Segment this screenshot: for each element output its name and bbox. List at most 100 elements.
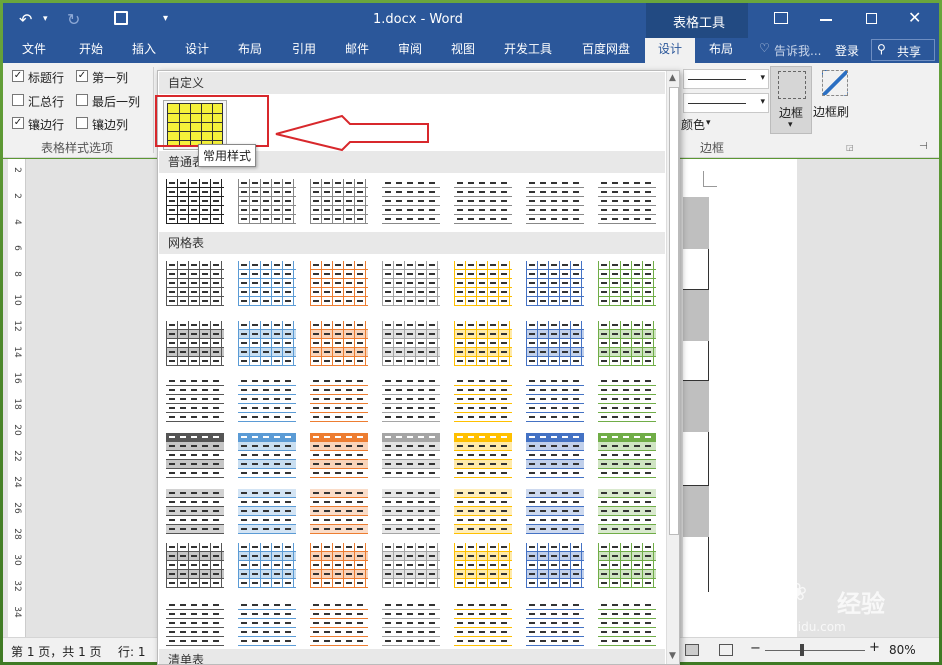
zoom-out-button[interactable]: − [750,641,761,656]
tab-view[interactable]: 视图 [442,38,484,63]
table-style-thumbnail[interactable] [454,489,512,534]
table-style-thumbnail[interactable] [310,261,368,306]
zoom-slider-thumb[interactable] [800,644,804,656]
ribbon-display-options-icon[interactable] [774,12,788,24]
tab-mailings[interactable]: 邮件 [336,38,378,63]
zoom-slider[interactable] [765,650,865,651]
scroll-up-arrow[interactable]: ▲ [669,73,676,83]
table-style-thumbnail[interactable] [598,321,656,366]
table-style-thumbnail[interactable] [238,179,296,224]
table-style-thumbnail[interactable] [454,433,512,478]
table-style-thumbnail[interactable] [598,601,656,646]
table-style-thumbnail[interactable] [238,543,296,588]
table-style-thumbnail[interactable] [526,377,584,422]
table-style-thumbnail[interactable] [166,601,224,646]
table-style-thumbnail[interactable] [238,433,296,478]
table-style-thumbnail[interactable] [598,377,656,422]
tab-layout[interactable]: 布局 [229,38,271,63]
border-painter-button[interactable]: 边框刷 [813,66,854,122]
tab-references[interactable]: 引用 [283,38,325,63]
borders-button[interactable]: 边框 ▾ [770,66,812,134]
close-button[interactable]: ✕ [908,8,921,27]
table-style-thumbnail[interactable] [166,261,224,306]
table-style-thumbnail[interactable] [310,179,368,224]
header-row-checkbox[interactable]: ✓ [12,70,24,82]
tab-developer[interactable]: 开发工具 [497,38,559,63]
customize-qat-icon[interactable]: ▾ [163,13,168,24]
tab-home[interactable]: 开始 [70,38,112,63]
total-row-checkbox[interactable] [12,94,24,106]
table-style-thumbnail[interactable] [454,543,512,588]
table-style-thumbnail[interactable] [598,489,656,534]
table-style-thumbnail[interactable] [310,377,368,422]
save-icon[interactable] [114,11,128,25]
banded-rows-checkbox[interactable]: ✓ [12,117,24,129]
tab-table-layout[interactable]: 布局 [699,38,743,63]
undo-dropdown-icon[interactable]: ▾ [43,14,48,24]
table-style-thumbnail[interactable] [526,261,584,306]
zoom-level[interactable]: 80% [889,643,916,657]
scroll-thumb[interactable] [669,87,679,535]
table-style-thumbnail[interactable] [310,543,368,588]
table-style-thumbnail[interactable] [238,489,296,534]
table-style-thumbnail[interactable] [166,179,224,224]
web-layout-icon[interactable] [719,644,733,656]
table-style-thumbnail[interactable] [382,489,440,534]
table-style-thumbnail[interactable] [310,601,368,646]
table-style-thumbnail[interactable] [526,543,584,588]
tab-insert[interactable]: 插入 [123,38,165,63]
document-page[interactable] [683,159,797,637]
table-style-thumbnail[interactable] [526,601,584,646]
table-style-thumbnail[interactable] [382,601,440,646]
table-style-thumbnail[interactable] [166,543,224,588]
table-style-thumbnail[interactable] [382,321,440,366]
tab-baidu-netdisk[interactable]: 百度网盘 [573,38,639,63]
border-style-dropdown[interactable]: ▾ [683,69,769,89]
last-column-checkbox[interactable] [76,94,88,106]
table-style-thumbnail[interactable] [382,433,440,478]
table-style-thumbnail[interactable] [166,433,224,478]
login-link[interactable]: 登录 [835,42,859,59]
page-count-status[interactable]: 第 1 页，共 1 页 [11,643,102,660]
table-style-thumbnail[interactable] [238,321,296,366]
pen-color-chevron-icon[interactable]: ▾ [706,118,711,128]
redo-button[interactable]: ↻ [67,10,80,29]
table-style-thumbnail[interactable] [598,433,656,478]
table-style-thumbnail[interactable] [526,433,584,478]
dialog-launcher-icon[interactable]: ◲ [846,143,854,152]
line-status[interactable]: 行: 1 [118,643,146,660]
print-layout-icon[interactable] [685,644,699,656]
scroll-down-arrow[interactable]: ▼ [669,651,676,661]
zoom-in-button[interactable]: + [869,640,880,655]
table-style-thumbnail[interactable] [598,543,656,588]
table-style-thumbnail[interactable] [382,377,440,422]
share-button[interactable]: ⚲ 共享 [871,39,935,61]
table-style-thumbnail[interactable] [310,489,368,534]
table-style-thumbnail[interactable] [526,489,584,534]
tab-design[interactable]: 设计 [176,38,218,63]
tab-table-design[interactable]: 设计 [645,38,695,63]
table-style-thumbnail[interactable] [598,179,656,224]
table-style-thumbnail[interactable] [166,489,224,534]
table-style-thumbnail[interactable] [454,261,512,306]
undo-button[interactable]: ↶ [19,10,32,29]
table-style-thumbnail[interactable] [238,601,296,646]
table-style-thumbnail[interactable] [454,321,512,366]
tell-me-input[interactable]: 告诉我... [774,42,821,59]
table-style-thumbnail[interactable] [526,321,584,366]
table-style-thumbnail[interactable] [166,377,224,422]
table-style-thumbnail[interactable] [454,601,512,646]
border-weight-dropdown[interactable]: ▾ [683,93,769,113]
table-style-thumbnail[interactable] [238,261,296,306]
banded-columns-checkbox[interactable] [76,117,88,129]
maximize-button[interactable] [866,13,877,24]
table-style-thumbnail[interactable] [238,377,296,422]
tab-review[interactable]: 审阅 [389,38,431,63]
first-column-checkbox[interactable]: ✓ [76,70,88,82]
pen-color-label[interactable]: 颜色 [681,116,705,133]
table-style-thumbnail[interactable] [310,433,368,478]
table-style-thumbnail[interactable] [454,377,512,422]
minimize-button[interactable] [820,19,832,21]
tab-file[interactable]: 文件 [13,38,55,63]
pin-ribbon-icon[interactable]: ⊣ [919,141,928,152]
